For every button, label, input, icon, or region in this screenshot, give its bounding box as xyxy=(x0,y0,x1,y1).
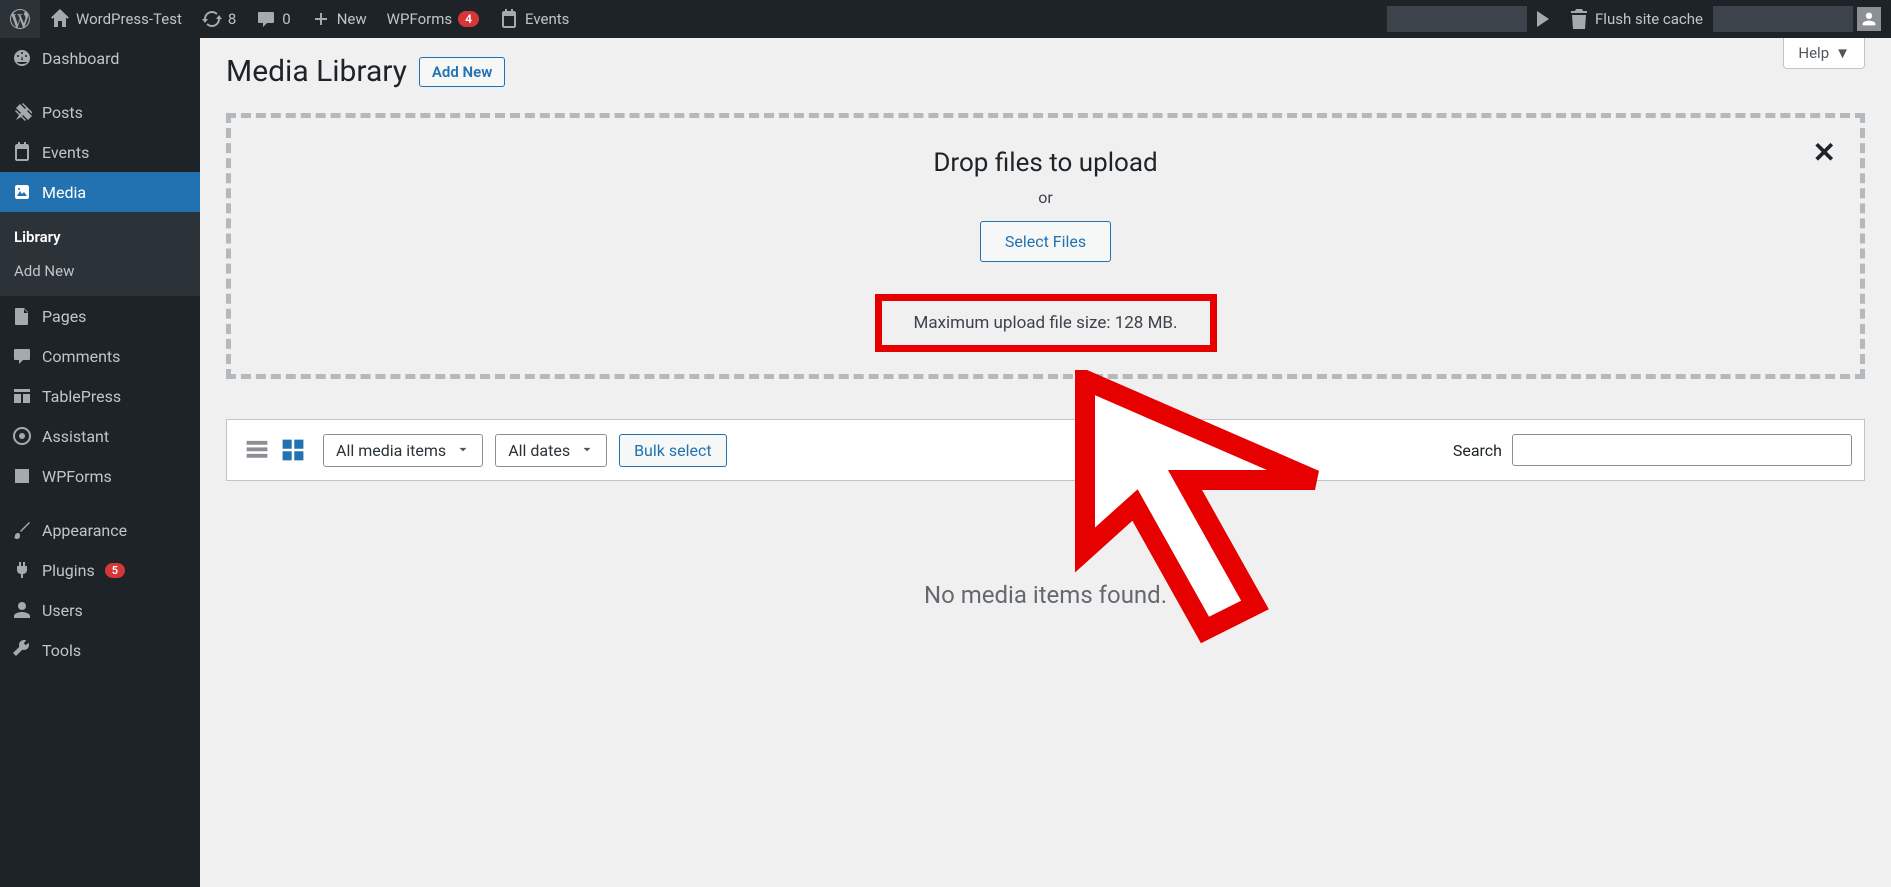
adminbar-input-1[interactable] xyxy=(1387,6,1527,32)
adminbar-input-2[interactable] xyxy=(1713,6,1853,32)
flush-cache-button[interactable]: Flush site cache xyxy=(1559,0,1713,38)
play-icon[interactable] xyxy=(1537,11,1549,27)
sidebar-item-label: Plugins xyxy=(42,561,95,580)
user-icon xyxy=(12,600,32,620)
sidebar-item-tablepress[interactable]: TablePress xyxy=(0,376,200,416)
site-name-label: WordPress-Test xyxy=(76,10,182,28)
pin-icon xyxy=(12,102,32,122)
sidebar-submenu-media: Library Add New xyxy=(0,212,200,296)
wpforms-label: WPForms xyxy=(387,10,452,28)
brush-icon xyxy=(12,520,32,540)
wordpress-logo-menu[interactable] xyxy=(0,0,40,38)
admin-bar: WordPress-Test 8 0 New WPForms 4 Events … xyxy=(0,0,1891,38)
search-label: Search xyxy=(1453,441,1502,460)
grid-view-button[interactable] xyxy=(275,432,311,468)
sidebar-item-media[interactable]: Media xyxy=(0,172,200,212)
upload-dropzone[interactable]: ✕ Drop files to upload or Select Files M… xyxy=(226,113,1865,379)
date-filter[interactable]: All dates xyxy=(495,434,607,467)
new-label: New xyxy=(337,10,367,28)
calendar-icon xyxy=(12,142,32,162)
sidebar-item-assistant[interactable]: Assistant xyxy=(0,416,200,456)
page-title: Media Library xyxy=(226,54,407,89)
admin-sidebar: Dashboard Posts Events Media Library Add… xyxy=(0,38,200,887)
site-name-menu[interactable]: WordPress-Test xyxy=(40,0,192,38)
grid-icon xyxy=(280,437,306,463)
sidebar-item-users[interactable]: Users xyxy=(0,590,200,630)
sidebar-item-plugins[interactable]: Plugins 5 xyxy=(0,550,200,590)
media-icon xyxy=(12,182,32,202)
add-new-button[interactable]: Add New xyxy=(419,57,505,87)
sidebar-item-label: TablePress xyxy=(42,387,121,406)
sidebar-item-label: Comments xyxy=(42,347,120,366)
search-input[interactable] xyxy=(1512,434,1852,466)
wpforms-menu[interactable]: WPForms 4 xyxy=(377,0,489,38)
sidebar-item-appearance[interactable]: Appearance xyxy=(0,510,200,550)
sidebar-item-label: Media xyxy=(42,183,86,202)
bulk-select-button[interactable]: Bulk select xyxy=(619,434,726,467)
person-icon xyxy=(1861,11,1877,27)
dropzone-title: Drop files to upload xyxy=(251,148,1840,178)
sidebar-item-label: Appearance xyxy=(42,521,127,540)
sidebar-item-label: Dashboard xyxy=(42,49,119,68)
wrench-icon xyxy=(12,640,32,660)
submenu-item-library[interactable]: Library xyxy=(0,220,200,254)
list-icon xyxy=(244,437,270,463)
sidebar-item-events[interactable]: Events xyxy=(0,132,200,172)
plus-icon xyxy=(311,9,331,29)
sidebar-item-dashboard[interactable]: Dashboard xyxy=(0,38,200,78)
updates-menu[interactable]: 8 xyxy=(192,0,246,38)
comment-icon xyxy=(12,346,32,366)
close-icon[interactable]: ✕ xyxy=(1813,136,1836,169)
sidebar-item-tools[interactable]: Tools xyxy=(0,630,200,670)
media-type-filter[interactable]: All media items xyxy=(323,434,483,467)
home-icon xyxy=(50,9,70,29)
sidebar-item-pages[interactable]: Pages xyxy=(0,296,200,336)
select-files-button[interactable]: Select Files xyxy=(980,221,1111,262)
updates-count: 8 xyxy=(228,10,236,28)
sidebar-item-label: Users xyxy=(42,601,83,620)
comment-icon xyxy=(256,9,276,29)
submenu-item-add-new[interactable]: Add New xyxy=(0,254,200,288)
sidebar-item-label: WPForms xyxy=(42,467,112,486)
events-label: Events xyxy=(525,10,569,28)
comments-menu[interactable]: 0 xyxy=(246,0,300,38)
sidebar-item-label: Events xyxy=(42,143,89,162)
new-content-menu[interactable]: New xyxy=(301,0,377,38)
sidebar-item-label: Tools xyxy=(42,641,81,660)
page-icon xyxy=(12,306,32,326)
user-avatar[interactable] xyxy=(1857,7,1881,31)
media-filter-bar: All media items All dates Bulk select Se… xyxy=(226,419,1865,481)
chevron-down-icon xyxy=(456,443,470,457)
sidebar-item-label: Posts xyxy=(42,103,83,122)
plugins-badge: 5 xyxy=(105,563,125,578)
plugin-icon xyxy=(12,560,32,580)
chevron-down-icon: ▼ xyxy=(1835,44,1850,62)
trash-icon xyxy=(1569,9,1589,29)
sidebar-item-posts[interactable]: Posts xyxy=(0,92,200,132)
sidebar-item-label: Assistant xyxy=(42,427,109,446)
form-icon xyxy=(12,466,32,486)
update-icon xyxy=(202,9,222,29)
max-upload-size: Maximum upload file size: 128 MB. xyxy=(875,294,1217,352)
wordpress-logo-icon xyxy=(10,9,30,29)
flush-cache-label: Flush site cache xyxy=(1595,10,1703,28)
list-view-button[interactable] xyxy=(239,432,275,468)
empty-state-message: No media items found. xyxy=(226,581,1865,609)
sidebar-item-label: Pages xyxy=(42,307,86,326)
events-menu[interactable]: Events xyxy=(489,0,579,38)
assistant-icon xyxy=(12,426,32,446)
calendar-icon xyxy=(499,9,519,29)
comments-count: 0 xyxy=(282,10,290,28)
dropzone-or: or xyxy=(251,188,1840,207)
wpforms-badge: 4 xyxy=(458,11,479,27)
sidebar-item-comments[interactable]: Comments xyxy=(0,336,200,376)
content-area: Help ▼ Media Library Add New ✕ Drop file… xyxy=(200,38,1891,887)
dashboard-icon xyxy=(12,48,32,68)
table-icon xyxy=(12,386,32,406)
sidebar-item-wpforms[interactable]: WPForms xyxy=(0,456,200,496)
chevron-down-icon xyxy=(580,443,594,457)
help-button[interactable]: Help ▼ xyxy=(1783,38,1865,69)
